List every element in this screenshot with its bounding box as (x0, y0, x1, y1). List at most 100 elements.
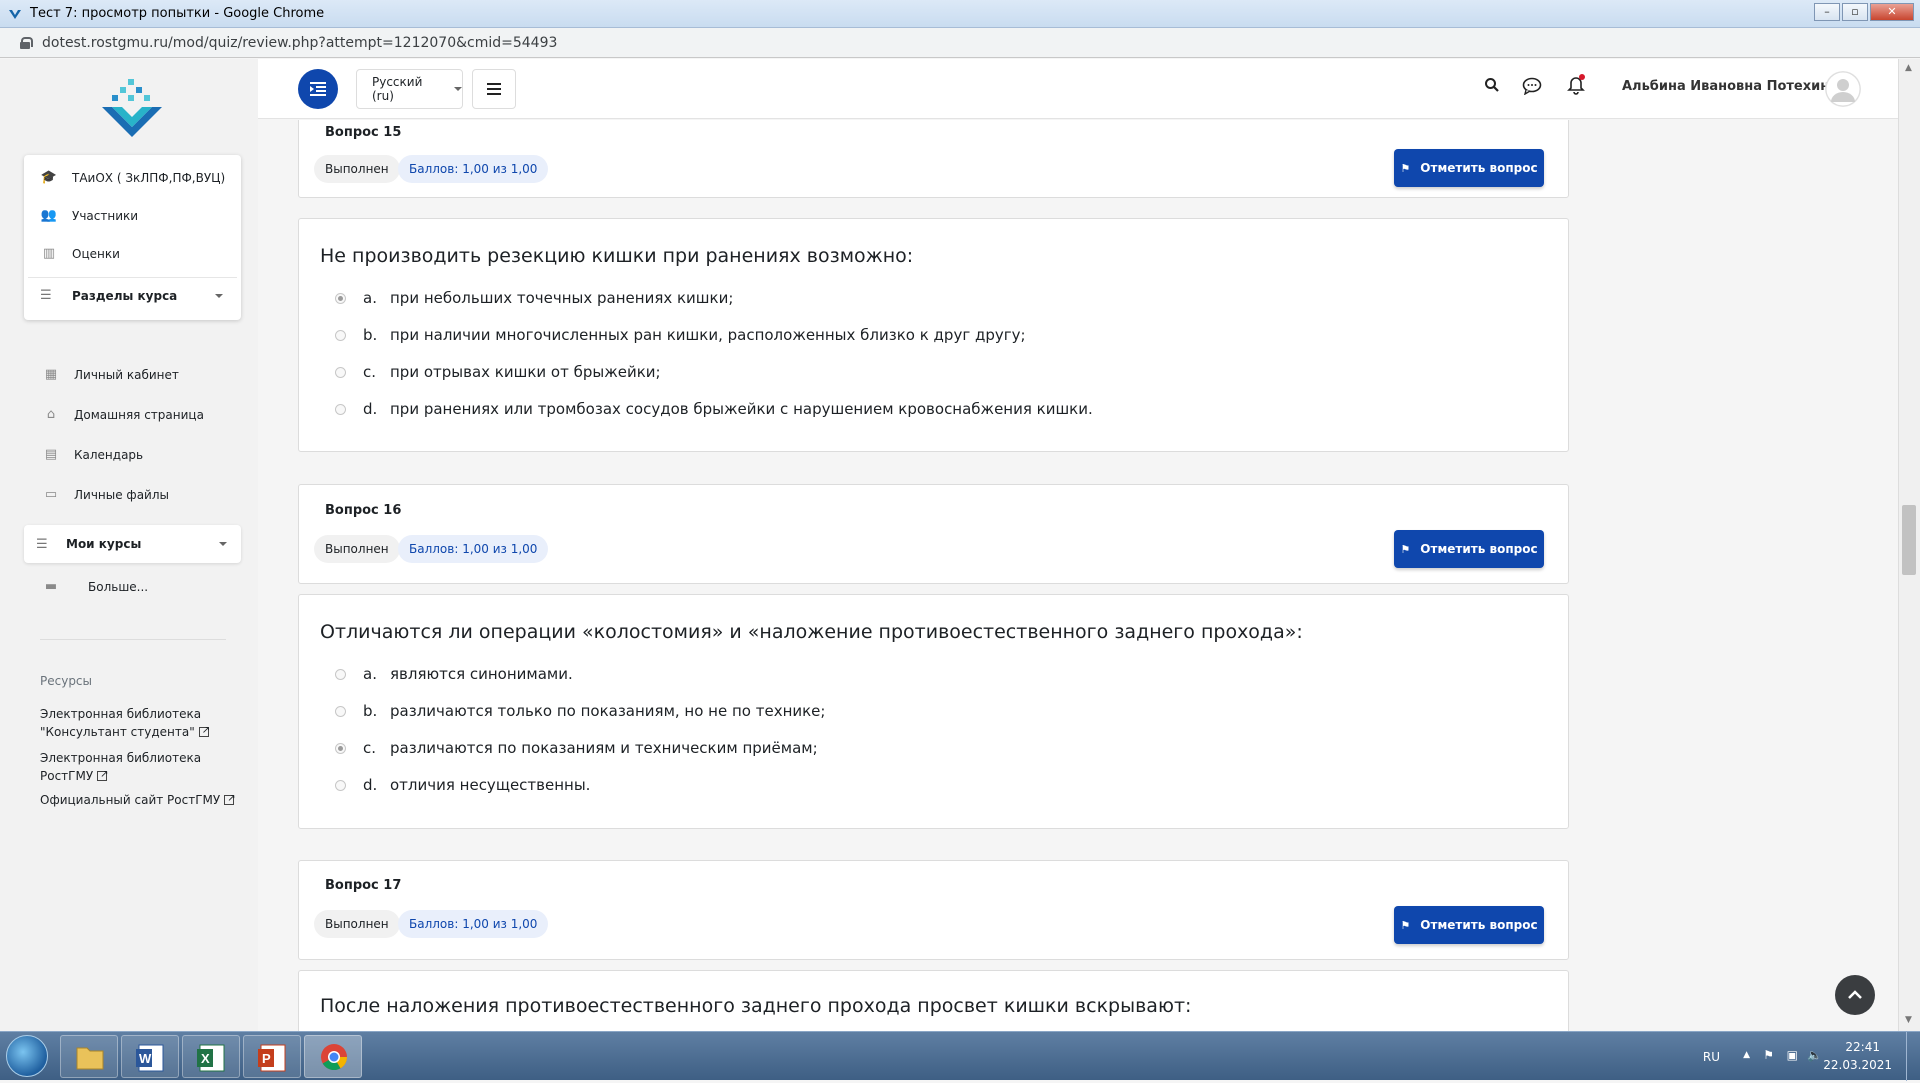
excel-icon: X (197, 1044, 225, 1072)
resource-link-library[interactable]: Электронная библиотека РостГМУ (40, 749, 240, 785)
answer-option[interactable]: a. являются синонимами. (335, 665, 573, 683)
flag-question-button[interactable]: ⚑ Отметить вопрос (1394, 149, 1544, 187)
scroll-up-arrow-icon[interactable]: ▲ (1905, 63, 1912, 73)
radio-button[interactable] (335, 705, 346, 717)
answer-option[interactable]: d. при ранениях или тромбозах сосудов бры… (335, 400, 1093, 418)
radio-button[interactable] (335, 329, 346, 341)
question-info-card: Вопрос 15 Выполнен Баллов: 1,00 из 1,00 … (298, 120, 1569, 198)
maximize-button[interactable]: ▫ (1842, 3, 1868, 21)
radio-button[interactable] (335, 779, 346, 791)
show-hidden-icons-icon[interactable]: ▲ (1743, 1050, 1750, 1060)
top-navbar: Русский (ru) Альбина Ивановна Потехина (258, 59, 1898, 119)
show-desktop-button[interactable] (1906, 1032, 1920, 1081)
grade-badge: Баллов: 1,00 из 1,00 (398, 535, 549, 563)
resource-link-text[interactable]: Электронная библиотека "Консультант студ… (40, 707, 201, 739)
action-center-flag-icon[interactable]: ⚑ (1763, 1048, 1774, 1062)
answer-option[interactable]: c. при отрывах кишки от брыжейки; (335, 363, 661, 381)
messages-icon[interactable] (1522, 77, 1542, 95)
question-content-card: Отличаются ли операции «колостомия» и «н… (298, 594, 1569, 829)
sidebar-item-label: Календарь (74, 448, 144, 462)
page-scrollbar[interactable]: ▲ ▼ (1898, 59, 1920, 1031)
answer-option[interactable]: b. различаются только по показаниям, но н… (335, 702, 825, 720)
scroll-down-arrow-icon[interactable]: ▼ (1905, 1015, 1912, 1025)
app-favicon-icon (9, 9, 21, 19)
flag-question-button[interactable]: ⚑ Отметить вопрос (1394, 906, 1544, 944)
site-logo-icon[interactable] (100, 77, 164, 143)
sidebar-item-label: Больше... (88, 580, 149, 594)
hamburger-icon (487, 83, 501, 95)
answer-text: различаются только по показаниям, но не … (390, 702, 826, 720)
answer-option[interactable]: a. при небольших точечных ранениях кишки; (335, 289, 733, 307)
radio-button[interactable] (335, 403, 346, 415)
drawer-toggle-button[interactable] (298, 69, 338, 109)
address-bar[interactable]: dotest.rostgmu.ru/mod/quiz/review.php?at… (0, 28, 1920, 58)
powerpoint-icon: P (258, 1044, 286, 1072)
svg-text:W: W (139, 1051, 152, 1066)
answer-letter: c. (363, 739, 377, 757)
scrollbar-thumb[interactable] (1902, 505, 1916, 575)
network-icon[interactable]: ▣ (1787, 1048, 1798, 1062)
notifications-bell-icon[interactable] (1566, 73, 1586, 95)
course-sections-dropdown[interactable]: ☰ Разделы курса (28, 277, 237, 313)
resource-link-site[interactable]: Официальный сайт РостГМУ (40, 790, 240, 809)
flag-icon: ⚑ (1400, 918, 1411, 932)
resource-link-consultant[interactable]: Электронная библиотека "Консультант студ… (40, 705, 240, 741)
radio-button[interactable] (335, 366, 346, 378)
keyboard-language[interactable]: RU (1703, 1050, 1720, 1064)
language-selector[interactable]: Русский (ru) (356, 69, 463, 109)
start-button[interactable] (6, 1035, 48, 1077)
sidebar-item-grades[interactable]: ▥ Оценки (40, 247, 120, 262)
radio-button[interactable] (335, 292, 346, 304)
question-title: Вопрос 16 (325, 503, 402, 518)
folder-icon: ▬ (44, 579, 58, 594)
sidebar-item-label: ТАиОХ ( ЗкЛПФ,ПФ,ВУЦ) (72, 171, 226, 185)
minimize-button[interactable]: – (1814, 3, 1840, 21)
resource-link-text[interactable]: Электронная библиотека РостГМУ (40, 751, 201, 783)
sidebar-item-home[interactable]: ⌂ Домашняя страница (42, 408, 204, 423)
sidebar-item-label: Оценки (72, 247, 120, 261)
answer-option[interactable]: c. различаются по показаниям и технически… (335, 739, 818, 757)
search-icon[interactable] (1484, 77, 1500, 93)
back-to-top-button[interactable] (1835, 975, 1875, 1015)
flag-question-button[interactable]: ⚑ Отметить вопрос (1394, 530, 1544, 568)
my-courses-dropdown[interactable]: ☰ Мои курсы (24, 525, 241, 563)
answer-option[interactable]: b. при наличии многочисленных ран кишки, … (335, 326, 1026, 344)
resource-link-text[interactable]: Официальный сайт РостГМУ (40, 793, 220, 807)
sidebar-item-label: Личный кабинет (74, 368, 179, 382)
radio-button[interactable] (335, 668, 346, 680)
taskbar-excel[interactable]: X (182, 1035, 240, 1078)
answer-letter: d. (363, 776, 378, 794)
answer-text: различаются по показаниям и техническим … (390, 739, 818, 757)
url-text[interactable]: dotest.rostgmu.ru/mod/quiz/review.php?at… (42, 35, 557, 51)
taskbar-powerpoint[interactable]: P (243, 1035, 301, 1078)
flag-question-label: Отметить вопрос (1420, 161, 1538, 175)
answer-text: отличия несущественны. (390, 776, 591, 794)
clock-time[interactable]: 22:41 (1845, 1040, 1880, 1054)
folder-icon (76, 1047, 104, 1070)
radio-button[interactable] (335, 742, 346, 754)
answer-text: при отрывах кишки от брыжейки; (390, 363, 661, 381)
answer-option[interactable]: d. отличия несущественны. (335, 776, 590, 794)
taskbar-word[interactable]: W (121, 1035, 179, 1078)
taskbar-chrome[interactable] (304, 1035, 362, 1078)
sidebar-item-dashboard[interactable]: ▦ Личный кабинет (42, 368, 179, 383)
avatar[interactable] (1825, 71, 1861, 107)
flag-question-label: Отметить вопрос (1420, 918, 1538, 932)
files-icon: ▭ (44, 487, 58, 502)
clock-date[interactable]: 22.03.2021 (1823, 1058, 1892, 1072)
volume-icon[interactable]: 🔈 (1807, 1048, 1822, 1062)
indent-icon (310, 82, 326, 96)
close-button[interactable]: ✕ (1870, 3, 1914, 21)
sidebar-item-calendar[interactable]: ▤ Календарь (42, 448, 144, 463)
sidebar-item-label: Участники (72, 209, 139, 223)
sidebar-item-more[interactable]: ▬ Больше... (42, 579, 149, 595)
sidebar-item-course[interactable]: 🎓 ТАиОХ ( ЗкЛПФ,ПФ,ВУЦ) (40, 171, 226, 186)
menu-button[interactable] (472, 69, 516, 109)
sidebar-item-participants[interactable]: 👥 Участники (40, 209, 139, 224)
windows-taskbar: W X P RU ▲ ⚑ ▣ 🔈 22:41 22.03.2021 (0, 1031, 1920, 1081)
taskbar-explorer[interactable] (60, 1035, 118, 1078)
answer-letter: b. (363, 326, 378, 344)
chevron-down-icon (215, 293, 223, 298)
user-name[interactable]: Альбина Ивановна Потехина (1622, 79, 1838, 94)
sidebar-item-files[interactable]: ▭ Личные файлы (42, 487, 169, 503)
